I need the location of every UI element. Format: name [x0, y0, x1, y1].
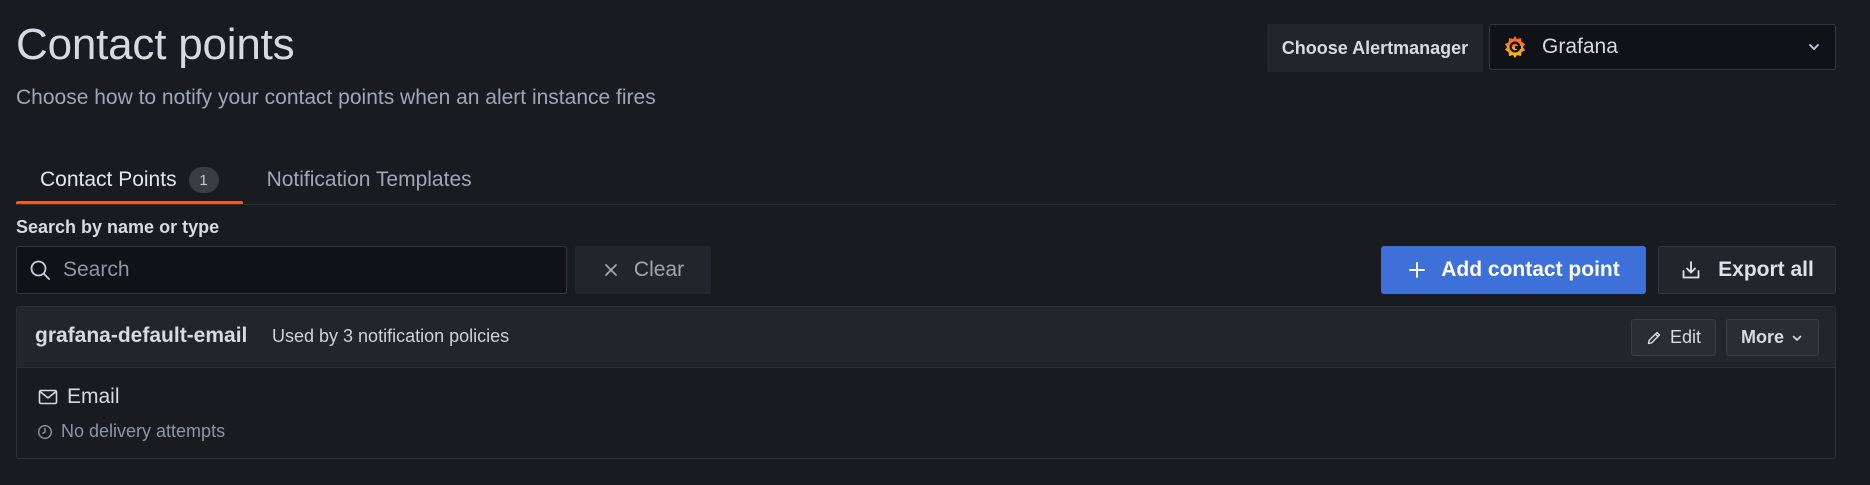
edit-label: Edit: [1669, 327, 1702, 347]
export-label: Export all: [1718, 258, 1814, 281]
contact-point-header: grafana-default-email Used by 3 notifica…: [17, 307, 1835, 368]
add-contact-point-button[interactable]: Add contact point: [1381, 246, 1646, 294]
plus-icon: [1407, 260, 1427, 280]
page-title: Contact points: [16, 20, 295, 69]
alertmanager-selected: Grafana: [1542, 35, 1618, 58]
edit-button[interactable]: Edit: [1631, 319, 1716, 356]
clear-button[interactable]: Clear: [575, 246, 711, 294]
alertmanager-select[interactable]: Grafana: [1489, 24, 1836, 70]
clock-icon: [37, 424, 53, 440]
more-label: More: [1740, 327, 1784, 347]
tab-notification-templates[interactable]: Notification Templates: [243, 156, 496, 204]
add-label: Add contact point: [1441, 258, 1620, 281]
page-subtitle: Choose how to notify your contact points…: [16, 86, 656, 109]
delivery-status: No delivery attempts: [37, 421, 225, 442]
tab-contact-points[interactable]: Contact Points 1: [16, 156, 243, 205]
tab-label: Contact Points: [40, 168, 177, 191]
contact-point-usage: Used by 3 notification policies: [272, 326, 510, 346]
search-input[interactable]: [61, 257, 554, 283]
contact-point-card: grafana-default-email Used by 3 notifica…: [16, 306, 1836, 459]
envelope-icon: [37, 386, 59, 408]
integration-type: Email: [67, 385, 120, 408]
delivery-status-text: No delivery attempts: [61, 421, 226, 441]
alertmanager-label: Choose Alertmanager: [1267, 24, 1483, 72]
pen-icon: [1646, 330, 1662, 346]
chevron-down-icon: [1805, 38, 1823, 56]
contact-point-name: grafana-default-email: [35, 324, 248, 347]
tabs-divider: [16, 204, 1836, 205]
tab-bar: Contact Points 1 Notification Templates: [16, 156, 496, 205]
download-icon: [1680, 259, 1702, 281]
chevron-down-icon: [1790, 331, 1804, 345]
tab-label: Notification Templates: [266, 168, 472, 191]
grafana-logo-icon: [1502, 34, 1528, 60]
close-icon: [602, 261, 620, 279]
search-icon: [29, 259, 51, 281]
more-button[interactable]: More: [1726, 319, 1819, 356]
search-field[interactable]: [16, 246, 567, 294]
search-label: Search by name or type: [16, 217, 220, 237]
tab-count-badge: 1: [188, 167, 219, 193]
clear-label: Clear: [633, 258, 685, 281]
export-all-button[interactable]: Export all: [1658, 246, 1836, 294]
integration-email: Email: [37, 385, 120, 409]
